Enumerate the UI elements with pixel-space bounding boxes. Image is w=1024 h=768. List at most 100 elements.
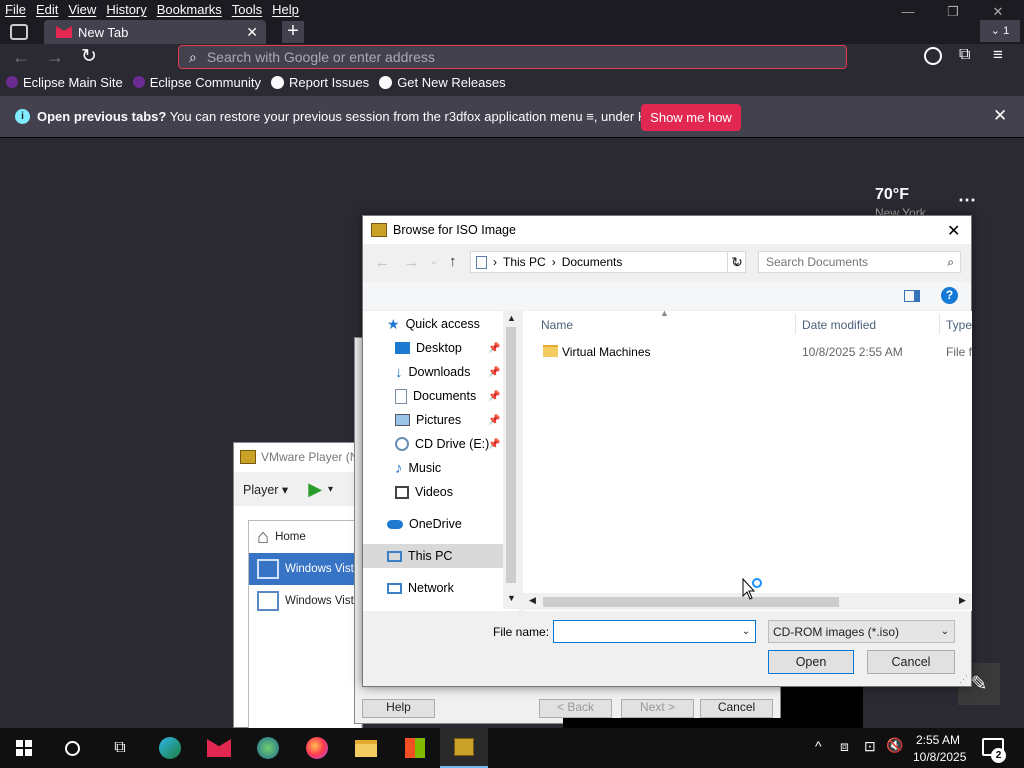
library-vm[interactable]: Windows Vista xyxy=(249,585,361,617)
new-tab-button[interactable]: + xyxy=(282,21,304,43)
nav-downloads[interactable]: ↓ Downloads xyxy=(395,361,470,383)
extensions-icon[interactable]: ⧉ xyxy=(959,46,970,64)
scroll-left-icon[interactable]: ◀ xyxy=(529,595,536,606)
play-icon[interactable]: ▶ xyxy=(308,479,322,500)
back-arrow-icon[interactable]: ← xyxy=(375,254,390,271)
help-icon[interactable]: ? xyxy=(941,287,958,304)
column-name[interactable]: Name xyxy=(541,318,573,332)
minimize-button[interactable]: — xyxy=(886,4,930,24)
filename-field[interactable]: ⌄ xyxy=(553,620,756,643)
taskbar-file-explorer[interactable] xyxy=(342,728,390,768)
vmware-titlebar: VMware Player (N xyxy=(234,443,362,471)
wizard-cancel-button[interactable]: Cancel xyxy=(700,699,773,718)
bookmark-report-issues[interactable]: Report Issues xyxy=(270,75,369,90)
nav-pictures[interactable]: Pictures xyxy=(395,409,461,431)
menu-view[interactable]: View xyxy=(63,0,101,20)
start-button[interactable] xyxy=(0,728,48,768)
nav-scrollbar[interactable]: ▲ ▼ xyxy=(503,311,519,609)
bookmark-get-new-releases[interactable]: Get New Releases xyxy=(379,75,506,90)
breadcrumb-documents[interactable]: Documents xyxy=(562,255,623,269)
dialog-close-icon[interactable]: ✕ xyxy=(947,221,960,241)
recent-dropdown-icon[interactable]: ⌄ xyxy=(430,256,438,267)
tab-overview-icon[interactable] xyxy=(10,24,28,40)
cancel-button[interactable]: Cancel xyxy=(867,650,955,674)
filetype-select[interactable]: CD-ROM images (*.iso) ⌄ xyxy=(768,620,955,643)
menu-file[interactable]: File xyxy=(0,0,31,20)
menu-edit[interactable]: Edit xyxy=(31,0,63,20)
refresh-button[interactable]: ↻ xyxy=(727,251,746,273)
reload-icon[interactable]: ↻ xyxy=(81,45,97,68)
forward-arrow-icon[interactable]: → xyxy=(404,254,419,271)
bookmark-eclipse-community[interactable]: Eclipse Community xyxy=(132,75,261,90)
library-home[interactable]: ⌂ Home xyxy=(249,521,361,553)
tab-new-tab[interactable]: New Tab ✕ xyxy=(44,20,266,44)
resize-grip-icon[interactable]: ⋰ xyxy=(959,674,968,685)
library-vm-selected[interactable]: Windows Vista xyxy=(249,553,361,585)
up-arrow-icon[interactable]: ↑ xyxy=(449,253,457,270)
desktop-icon xyxy=(395,342,410,354)
nav-quick-access[interactable]: ★ Quick access xyxy=(387,313,480,335)
nav-documents[interactable]: Documents xyxy=(395,385,476,407)
menu-help[interactable]: Help xyxy=(267,0,304,20)
address-bar[interactable]: › This PC › Documents ⌄ xyxy=(470,251,746,273)
restore-button[interactable]: ❐ xyxy=(931,4,975,24)
clock-date[interactable]: 10/8/2025 xyxy=(913,750,966,764)
back-icon[interactable]: ← xyxy=(12,47,30,68)
account-icon[interactable] xyxy=(924,47,942,65)
menu-bookmarks[interactable]: Bookmarks xyxy=(152,0,227,20)
search-box[interactable]: ⌕ xyxy=(758,251,961,273)
taskbar-firefox[interactable] xyxy=(293,728,341,768)
filename-dropdown-icon[interactable]: ⌄ xyxy=(737,626,755,637)
tray-app-icon[interactable]: ⧈ xyxy=(840,738,849,755)
taskbar-vmware[interactable] xyxy=(440,728,488,768)
taskbar-edge[interactable] xyxy=(146,728,194,768)
url-input[interactable] xyxy=(206,49,846,65)
forward-icon[interactable]: → xyxy=(46,47,64,68)
network-tray-icon[interactable]: ⊡ xyxy=(864,738,876,755)
filename-input[interactable] xyxy=(554,624,737,639)
scroll-thumb[interactable] xyxy=(506,327,516,583)
wizard-help-button[interactable]: Help xyxy=(362,699,435,718)
breadcrumb-this-pc[interactable]: This PC xyxy=(503,255,546,269)
search-documents-input[interactable] xyxy=(766,255,948,269)
notification-close-icon[interactable]: ✕ xyxy=(993,106,1007,126)
nav-desktop[interactable]: Desktop xyxy=(395,337,462,359)
taskbar-store[interactable] xyxy=(391,728,439,768)
open-button[interactable]: Open xyxy=(768,650,854,674)
clock-time[interactable]: 2:55 AM xyxy=(916,733,960,747)
taskbar-browser-globe[interactable] xyxy=(244,728,292,768)
scroll-right-icon[interactable]: ▶ xyxy=(959,595,966,606)
url-bar[interactable]: ⌕ xyxy=(178,45,847,69)
wizard-next-button[interactable]: Next > xyxy=(621,699,694,718)
scroll-down-icon[interactable]: ▼ xyxy=(507,593,516,603)
nav-cd-drive[interactable]: CD Drive (E:) xyxy=(395,433,489,455)
nav-music[interactable]: ♪ Music xyxy=(395,457,441,479)
file-row[interactable]: Virtual Machines 10/8/2025 2:55 AM File … xyxy=(523,340,972,364)
taskbar-r3dfox[interactable] xyxy=(195,728,243,768)
column-type[interactable]: Type xyxy=(946,318,972,332)
preview-pane-icon[interactable] xyxy=(904,290,920,302)
menu-tools[interactable]: Tools xyxy=(227,0,267,20)
cortana-circle-icon xyxy=(64,740,80,756)
menu-history[interactable]: History xyxy=(101,0,151,20)
wizard-back-button[interactable]: < Back xyxy=(539,699,612,718)
player-menu-button[interactable]: Player ▾ xyxy=(243,482,288,497)
task-view-button[interactable]: ⧉ xyxy=(96,728,144,768)
h-scroll-thumb[interactable] xyxy=(543,597,839,607)
nav-this-pc[interactable]: This PC xyxy=(363,544,503,568)
weather-more-icon[interactable]: ⋯ xyxy=(958,190,976,211)
volume-muted-icon[interactable]: 🔇 xyxy=(886,737,903,754)
show-me-how-button[interactable]: Show me how xyxy=(641,104,741,131)
tab-close-icon[interactable]: ✕ xyxy=(246,24,258,41)
scroll-up-icon[interactable]: ▲ xyxy=(507,313,516,323)
nav-onedrive[interactable]: OneDrive xyxy=(387,513,462,535)
bookmark-eclipse-main-site[interactable]: Eclipse Main Site xyxy=(6,75,123,90)
show-hidden-icons-icon[interactable]: ^ xyxy=(815,738,822,754)
play-dropdown-icon[interactable]: ▾ xyxy=(328,484,333,495)
app-menu-icon[interactable]: ≡ xyxy=(993,45,1003,65)
list-all-tabs-button[interactable]: ⌄ 1 xyxy=(980,20,1020,42)
nav-videos[interactable]: Videos xyxy=(395,481,453,503)
search-taskbar-button[interactable] xyxy=(48,728,96,768)
nav-network[interactable]: Network xyxy=(387,577,454,599)
column-date-modified[interactable]: Date modified xyxy=(802,318,876,332)
